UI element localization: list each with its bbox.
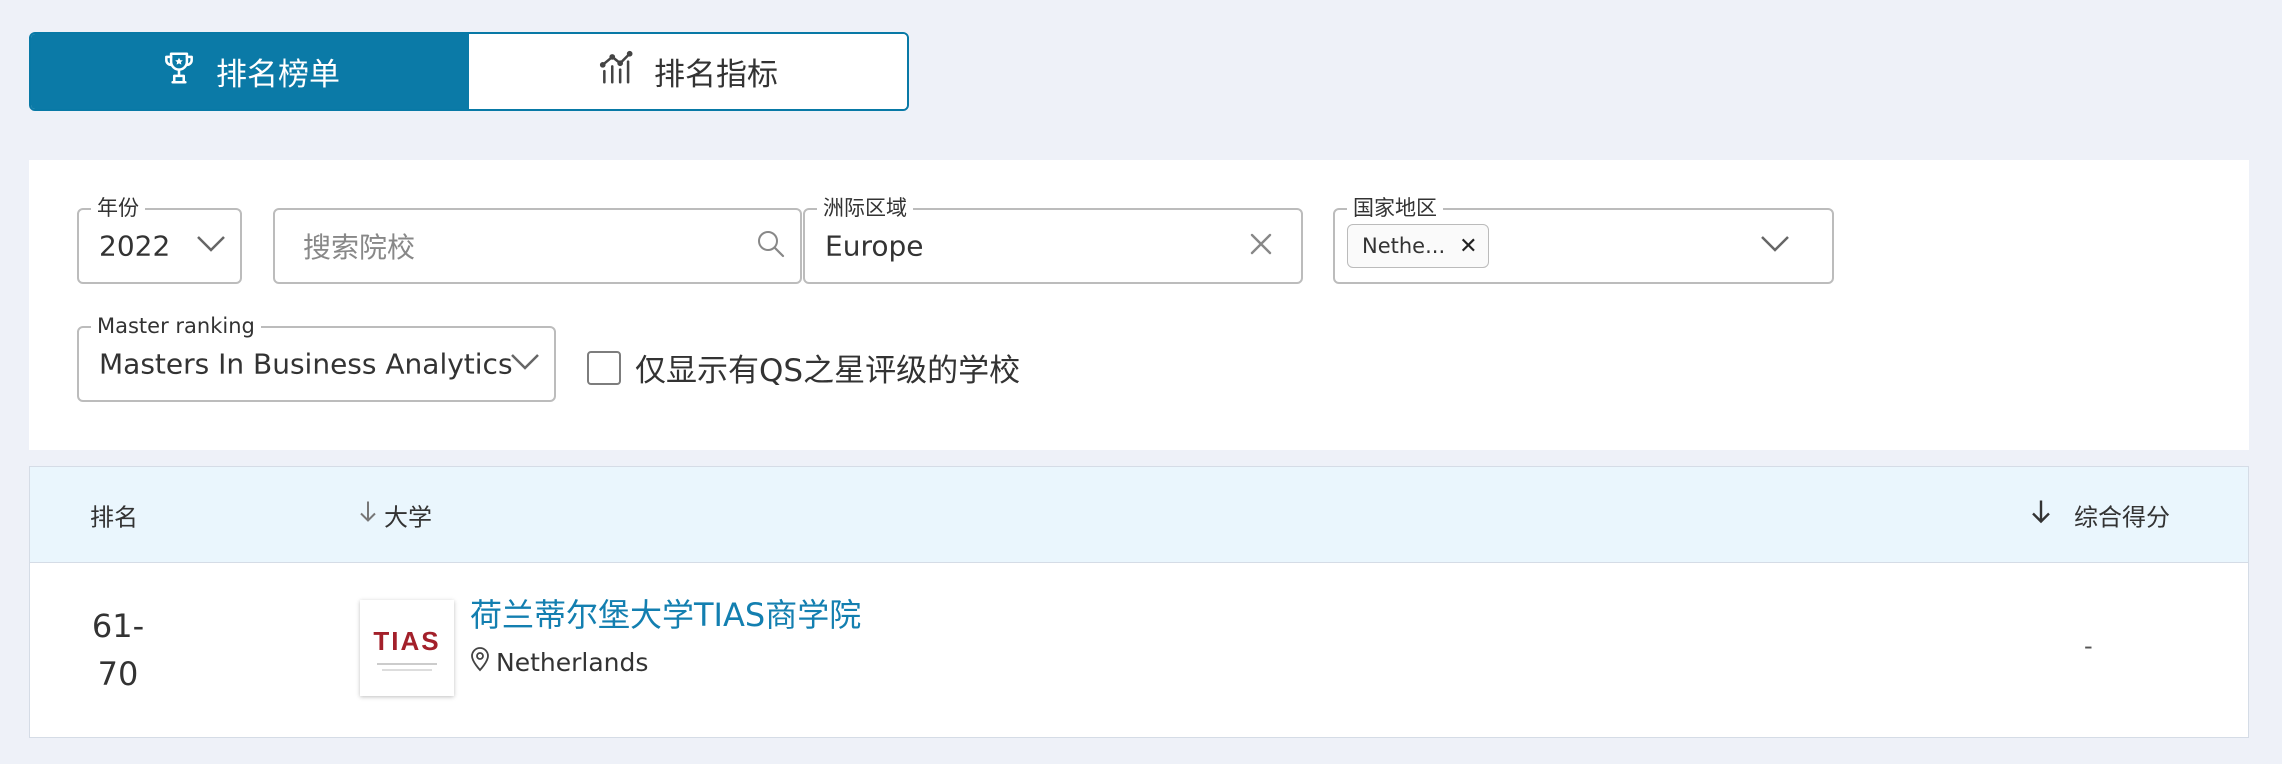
header-rank[interactable]: 排名 bbox=[90, 497, 138, 532]
ranking-tabs: 排名榜单 排名指标 bbox=[29, 32, 909, 111]
rank-line-1: 61- bbox=[91, 607, 145, 645]
location-label: Netherlands bbox=[496, 647, 649, 677]
university-location: Netherlands bbox=[470, 646, 648, 678]
table-header: 排名 大学 综合得分 bbox=[30, 467, 2248, 563]
rank-line-2: 70 bbox=[97, 655, 139, 693]
university-name-link[interactable]: 荷兰蒂尔堡大学TIAS商学院 bbox=[470, 590, 861, 636]
tab-ranking-metrics-label: 排名指标 bbox=[654, 57, 778, 93]
sort-arrow-icon bbox=[2030, 499, 2052, 531]
region-select[interactable]: 洲际区域 Europe bbox=[803, 195, 1303, 284]
filter-panel: 年份 2022 搜索院校 洲际区域 Europe 国家地区 Nethe... ✕… bbox=[29, 160, 2249, 450]
header-university[interactable]: 大学 bbox=[358, 497, 432, 532]
header-university-label: 大学 bbox=[384, 503, 432, 531]
chevron-down-icon bbox=[196, 235, 226, 257]
rank-value: 61- 70 bbox=[90, 602, 146, 698]
master-ranking-select[interactable]: Master ranking Masters In Business Analy… bbox=[77, 313, 556, 402]
table-row: 61- 70 TIAS 荷兰蒂尔堡大学TIAS商学院 Netherlands - bbox=[30, 562, 2248, 739]
trophy-icon bbox=[160, 49, 198, 95]
chip-remove-icon[interactable]: ✕ bbox=[1459, 234, 1477, 259]
logo-text: TIAS bbox=[373, 625, 441, 656]
chevron-down-icon[interactable] bbox=[1760, 235, 1790, 257]
logo-divider bbox=[377, 662, 437, 665]
country-chip-label: Nethe... bbox=[1362, 234, 1446, 258]
clear-icon[interactable] bbox=[1249, 232, 1273, 260]
ranking-table: 排名 大学 综合得分 61- 70 TIAS 荷兰蒂尔堡大学TIAS商学院 Ne… bbox=[29, 466, 2249, 738]
qs-stars-label: 仅显示有QS之星评级的学校 bbox=[635, 353, 1021, 389]
region-legend: 洲际区域 bbox=[817, 195, 913, 221]
year-select[interactable]: 年份 2022 bbox=[77, 195, 242, 284]
country-select[interactable]: 国家地区 Nethe... ✕ bbox=[1333, 195, 1834, 284]
logo-divider bbox=[382, 668, 432, 671]
school-search[interactable]: 搜索院校 bbox=[273, 208, 802, 284]
region-value: Europe bbox=[825, 229, 924, 263]
country-legend: 国家地区 bbox=[1347, 195, 1443, 221]
overall-score: - bbox=[2084, 632, 2093, 660]
location-pin-icon bbox=[470, 646, 490, 678]
tab-ranking-metrics[interactable]: 排名指标 bbox=[469, 34, 907, 109]
master-ranking-value: Masters In Business Analytics bbox=[99, 347, 513, 381]
year-value: 2022 bbox=[99, 229, 171, 263]
search-input[interactable]: 搜索院校 bbox=[303, 226, 415, 266]
qs-stars-checkbox[interactable] bbox=[587, 350, 621, 385]
country-chip[interactable]: Nethe... ✕ bbox=[1347, 224, 1489, 268]
tab-ranking-list[interactable]: 排名榜单 bbox=[31, 34, 469, 109]
year-legend: 年份 bbox=[91, 195, 145, 221]
master-ranking-legend: Master ranking bbox=[91, 313, 261, 339]
header-score[interactable]: 综合得分 bbox=[2030, 497, 2170, 532]
chevron-down-icon bbox=[510, 353, 540, 375]
search-icon[interactable] bbox=[756, 229, 786, 263]
university-logo[interactable]: TIAS bbox=[360, 600, 454, 696]
chart-icon bbox=[598, 49, 636, 95]
sort-arrow-icon bbox=[358, 500, 378, 530]
qs-stars-filter[interactable]: 仅显示有QS之星评级的学校 bbox=[587, 345, 1020, 390]
tab-ranking-list-label: 排名榜单 bbox=[216, 57, 340, 93]
header-score-label: 综合得分 bbox=[2074, 503, 2170, 531]
